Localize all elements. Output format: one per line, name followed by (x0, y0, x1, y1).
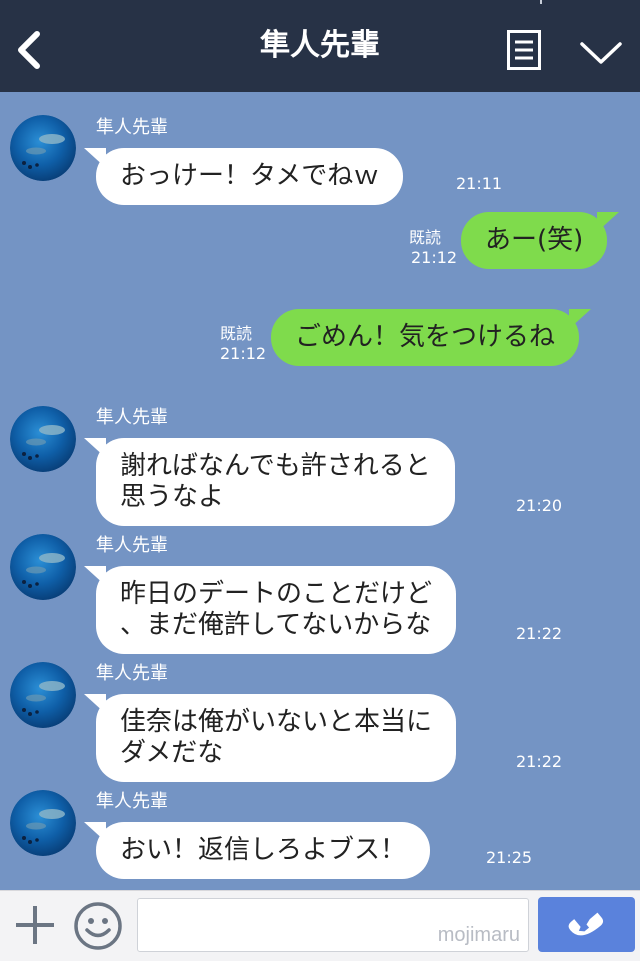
message-bubble[interactable]: ごめん！気をつけるね (271, 309, 592, 366)
avatar-image (10, 406, 76, 472)
sender-name: 隼人先輩 (96, 535, 168, 556)
back-button[interactable] (10, 28, 50, 72)
menu-button[interactable] (507, 30, 541, 70)
avatar-image (10, 662, 76, 728)
chevron-left-icon (18, 31, 40, 69)
message-bubble[interactable]: あー(笑) (461, 212, 620, 269)
message-bubble[interactable]: おい！返信しろよブス！ (83, 822, 431, 879)
avatar[interactable] (10, 534, 76, 600)
chat-title: 隼人先輩 (260, 28, 380, 63)
chat-header: 隼人先輩 (0, 0, 640, 92)
add-button[interactable] (14, 904, 56, 946)
sender-name: 隼人先輩 (96, 791, 168, 812)
message-time: 21:12 (220, 344, 267, 363)
message-input[interactable]: mojimaru (137, 898, 529, 952)
avatar-image (10, 115, 76, 181)
message-time: 21:22 (516, 624, 563, 643)
sender-name: 隼人先輩 (96, 407, 168, 428)
message-bubble[interactable]: 謝ればなんでも許されると 思うなよ (84, 438, 455, 526)
message-bubble[interactable]: おっけー！タメでねｗ (83, 148, 404, 205)
avatar[interactable] (10, 115, 76, 181)
note-menu-icon (507, 30, 541, 70)
message-bubble[interactable]: 昨日のデートのことだけど 、まだ俺許してないからな (83, 566, 457, 654)
message-bubble[interactable]: 佳奈は俺がいないと本当に ダメだな (83, 694, 457, 782)
message-time: 21:11 (456, 174, 503, 193)
collapse-button[interactable] (578, 38, 624, 68)
avatar-image (10, 534, 76, 600)
avatar[interactable] (10, 790, 76, 856)
call-button[interactable] (538, 897, 635, 952)
watermark: mojimaru (437, 924, 520, 946)
avatar-image (10, 790, 76, 856)
avatar[interactable] (10, 662, 76, 728)
status-bar-fragment (540, 0, 542, 4)
smiley-icon (74, 902, 122, 950)
phone-icon (568, 912, 604, 936)
message-time: 21:20 (516, 496, 563, 515)
sender-name: 隼人先輩 (96, 117, 168, 138)
message-time: 21:22 (516, 752, 563, 771)
plus-icon (16, 906, 54, 944)
sender-name: 隼人先輩 (96, 663, 168, 684)
read-receipt: 既読 (220, 324, 253, 343)
read-receipt: 既読 (409, 228, 442, 247)
message-time: 21:25 (486, 848, 533, 867)
avatar[interactable] (10, 406, 76, 472)
chevron-down-icon (580, 42, 622, 64)
sticker-button[interactable] (73, 901, 123, 951)
message-time: 21:12 (411, 248, 458, 267)
